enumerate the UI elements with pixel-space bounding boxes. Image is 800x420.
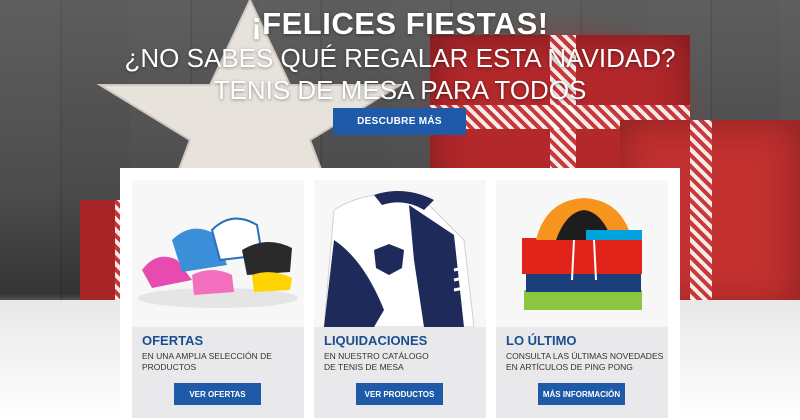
promo-card-latest: LO ÚLTIMO CONSULTA LAS ÚLTIMAS NOVEDADES… [496,180,668,418]
card-desc-line: EN UNA AMPLIA SELECCIÓN DE [142,351,272,361]
promo-card-clearance: LIQUIDACIONES EN NUESTRO CATÁLOGO DE TEN… [314,180,486,418]
hero-heading-group: ¡FELICES FIESTAS! ¿NO SABES QUÉ REGALAR … [0,0,800,106]
card-description: EN NUESTRO CATÁLOGO DE TENIS DE MESA [324,351,482,373]
card-title: OFERTAS [142,333,204,348]
promo-panel: OFERTAS EN UNA AMPLIA SELECCIÓN DE PRODU… [120,168,680,420]
jacket-image[interactable] [314,180,486,327]
more-info-button[interactable]: MÁS INFORMACIÓN [538,383,625,405]
hero-subtitle: ¿NO SABES QUÉ REGALAR ESTA NAVIDAD? [124,43,676,73]
view-products-button[interactable]: VER PRODUCTOS [356,383,443,405]
sneakers-image[interactable] [132,180,304,327]
hero-tagline: TENIS DE MESA PARA TODOS [213,75,587,105]
card-desc-line: PRODUCTOS [142,362,197,372]
hero-title: ¡FELICES FIESTAS! [251,6,549,41]
card-desc-line: DE TENIS DE MESA [324,362,404,372]
promo-card-offers: OFERTAS EN UNA AMPLIA SELECCIÓN DE PRODU… [132,180,304,418]
card-description: CONSULTA LAS ÚLTIMAS NOVEDADES EN ARTÍCU… [506,351,664,373]
card-title: LIQUIDACIONES [324,333,428,348]
hero-banner: ¡FELICES FIESTAS! ¿NO SABES QUÉ REGALAR … [0,0,800,420]
card-title: LO ÚLTIMO [506,333,577,348]
view-offers-button[interactable]: VER OFERTAS [174,383,261,405]
card-description: EN UNA AMPLIA SELECCIÓN DE PRODUCTOS [142,351,300,373]
card-desc-line: EN NUESTRO CATÁLOGO [324,351,429,361]
discover-more-button[interactable]: DESCUBRE MÁS [333,108,466,135]
card-desc-line: EN ARTÍCULOS DE PING PONG [506,362,633,372]
card-desc-line: CONSULTA LAS ÚLTIMAS NOVEDADES [506,351,664,361]
hoodies-image[interactable] [496,180,668,327]
